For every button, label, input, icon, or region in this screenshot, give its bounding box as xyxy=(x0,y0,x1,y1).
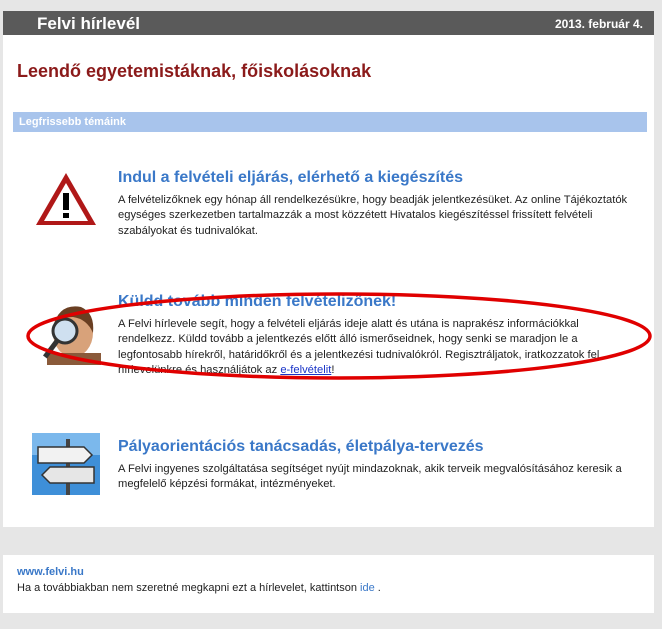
unsubscribe-text: Ha a továbbiakban nem szeretné megkapni … xyxy=(17,582,381,594)
unsubscribe-link[interactable]: ide xyxy=(360,582,375,594)
article-3-title[interactable]: Pályaorientációs tanácsadás, életpálya-t… xyxy=(118,438,638,456)
article-1: Indul a felvételi eljárás, elérhető a ki… xyxy=(118,169,638,239)
magnifier-person-icon xyxy=(33,297,101,365)
section-title: Legfrissebb témáink xyxy=(19,116,126,128)
newsletter-title: Felvi hírlevél xyxy=(37,14,140,33)
article-2: Küldd tovább minden felvételizőnek! A Fe… xyxy=(118,293,638,379)
unsubscribe-after: . xyxy=(374,582,381,594)
signpost-icon xyxy=(32,433,100,495)
page-subtitle: Leendő egyetemistáknak, főiskolásoknak xyxy=(17,61,372,81)
warning-icon xyxy=(36,173,96,225)
newsletter-header: Felvi hírlevél 2013. február 4. xyxy=(3,11,654,35)
unsubscribe-label: Ha a továbbiakban nem szeretné megkapni … xyxy=(17,582,361,594)
e-felveteli-link[interactable]: e-felvételit xyxy=(280,364,331,376)
section-bar: Legfrissebb témáink xyxy=(13,112,647,132)
footer: www.felvi.hu Ha a továbbiakban nem szere… xyxy=(3,555,654,613)
article-3: Pályaorientációs tanácsadás, életpálya-t… xyxy=(118,438,638,493)
article-1-title[interactable]: Indul a felvételi eljárás, elérhető a ki… xyxy=(118,169,638,187)
newsletter-date: 2013. február 4. xyxy=(554,17,643,31)
article-2-body: A Felvi hírlevele segít, hogy a felvétel… xyxy=(118,317,638,379)
felvi-url-link[interactable]: www.felvi.hu xyxy=(17,566,84,578)
article-3-body: A Felvi ingyenes szolgáltatása segítsége… xyxy=(118,463,622,491)
article-2-text: A Felvi hírlevele segít, hogy a felvétel… xyxy=(118,318,600,377)
article-1-body: A felvételizőknek egy hónap áll rendelke… xyxy=(118,194,628,237)
newsletter-body: Leendő egyetemistáknak, főiskolásoknak L… xyxy=(3,35,654,527)
article-2-after: ! xyxy=(331,364,335,377)
article-2-title[interactable]: Küldd tovább minden felvételizőnek! xyxy=(118,293,638,311)
